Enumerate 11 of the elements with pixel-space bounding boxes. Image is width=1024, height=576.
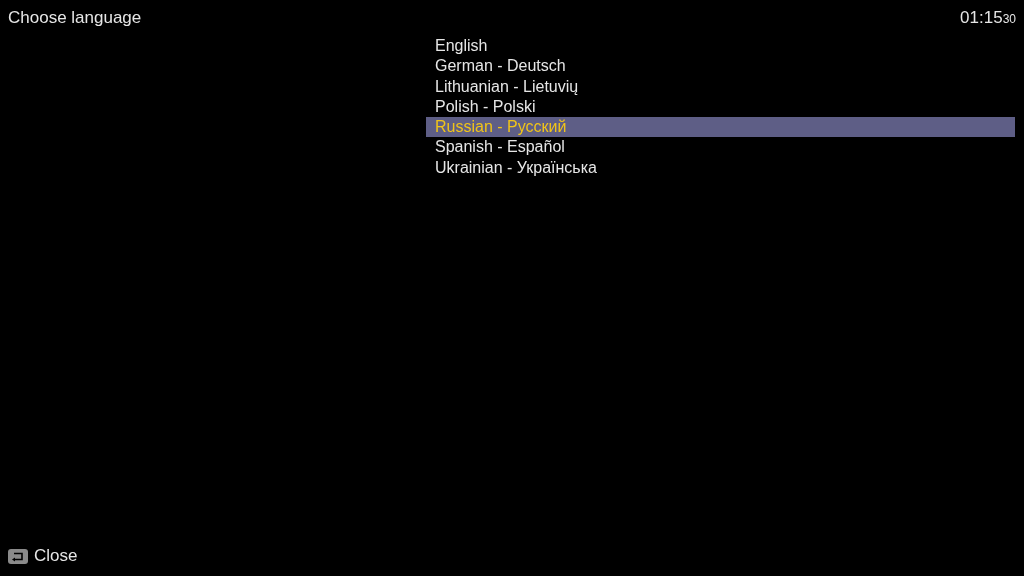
close-button[interactable]: Close bbox=[8, 546, 78, 566]
language-item[interactable]: Russian - Русский bbox=[426, 117, 1015, 138]
language-item[interactable]: Polish - Polski bbox=[426, 96, 1015, 118]
screen-title: Choose language bbox=[8, 8, 142, 28]
language-item[interactable]: German - Deutsch bbox=[426, 56, 1015, 77]
language-item[interactable]: Ukrainian - Українська bbox=[426, 157, 1015, 179]
language-item[interactable]: Lithuanian - Lietuvių bbox=[426, 76, 1015, 97]
language-item[interactable]: Spanish - Español bbox=[426, 137, 1015, 158]
back-icon bbox=[8, 548, 28, 564]
clock: 01:1530 bbox=[960, 8, 1016, 28]
language-item[interactable]: English bbox=[426, 36, 1015, 57]
